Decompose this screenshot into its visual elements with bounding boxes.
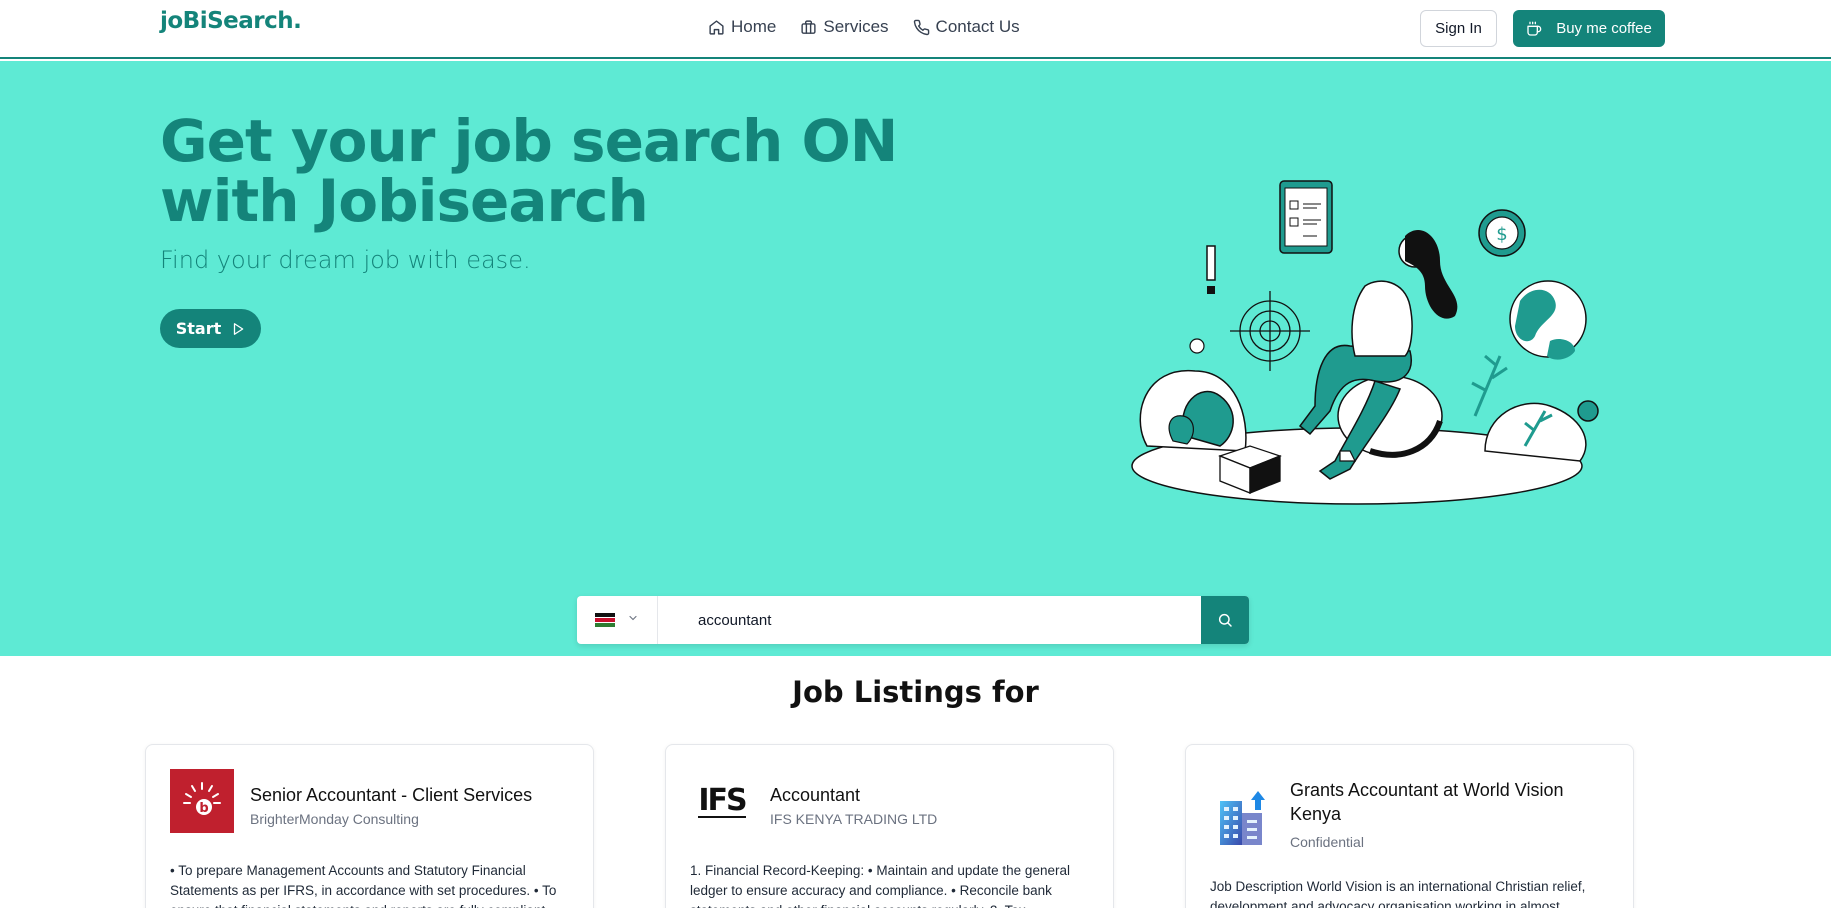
job-title[interactable]: Accountant — [770, 783, 1090, 807]
nav-services[interactable]: Services — [800, 17, 889, 37]
hero-title: Get your job search ON with Jobisearch — [160, 107, 898, 235]
nav-contact[interactable]: Contact Us — [913, 17, 1020, 37]
play-icon — [234, 322, 244, 335]
nav-services-label: Services — [823, 17, 889, 36]
nav-home-label: Home — [731, 17, 777, 36]
logo[interactable]: joBiSearch. — [160, 8, 302, 34]
job-card[interactable]: IFS Accountant IFS KENYA TRADING LTD 1. … — [665, 744, 1114, 908]
start-label: Start — [175, 319, 222, 338]
hero-subtitle: Find your dream job with ease. — [160, 246, 531, 274]
svg-text:$: $ — [1496, 224, 1507, 245]
nav-contact-label: Contact Us — [935, 17, 1020, 36]
listings-heading: Job Listings for — [792, 675, 1039, 709]
job-card[interactable]: Grants Accountant at World Vision Kenya … — [1185, 744, 1634, 908]
ifs-logo-icon: IFS — [698, 783, 748, 818]
hero-title-line2: with Jobisearch — [160, 167, 649, 235]
building-icon — [1220, 791, 1265, 845]
briefcase-icon — [801, 19, 816, 34]
job-card[interactable]: b Senior Accountant - Client Services Br… — [145, 744, 594, 908]
hero-section: Get your job search ON with Jobisearch F… — [0, 61, 1831, 656]
sign-in-button[interactable]: Sign In — [1420, 10, 1497, 47]
company-logo — [1210, 785, 1274, 849]
hero-title-line1: Get your job search ON — [160, 107, 898, 175]
job-description: • To prepare Management Accounts and Sta… — [170, 863, 557, 908]
navbar: joBiSearch. Home Services Contact Us Sig… — [0, 0, 1831, 59]
nav-links: Home Services Contact Us — [708, 17, 1020, 37]
home-icon — [709, 19, 724, 35]
chevron-down-icon — [627, 611, 639, 629]
coffee-icon — [1527, 21, 1542, 36]
search-bar — [577, 596, 1249, 644]
svg-text:IFS: IFS — [698, 783, 746, 818]
search-button[interactable] — [1201, 596, 1249, 644]
start-button[interactable]: Start — [160, 309, 261, 348]
buy-coffee-label: Buy me coffee — [1556, 20, 1652, 37]
company-name: IFS KENYA TRADING LTD — [770, 811, 938, 827]
buy-coffee-button[interactable]: Buy me coffee — [1513, 10, 1665, 47]
brightermonday-logo-icon: b — [183, 782, 221, 816]
phone-icon — [913, 19, 929, 35]
nav-home[interactable]: Home — [708, 17, 776, 37]
kenya-flag-icon — [595, 613, 615, 627]
search-input[interactable] — [658, 596, 1201, 644]
job-title[interactable]: Grants Accountant at World Vision Kenya — [1290, 778, 1610, 826]
job-description: Job Description World Vision is an inter… — [1210, 879, 1586, 908]
company-name: BrighterMonday Consulting — [250, 811, 419, 827]
hero-illustration: $ — [1131, 180, 1599, 505]
svg-text:b: b — [199, 801, 208, 816]
job-description: 1. Financial Record-Keeping: • Maintain … — [690, 863, 1070, 908]
search-icon — [1218, 613, 1232, 627]
company-name: Confidential — [1290, 834, 1364, 850]
country-select[interactable] — [577, 596, 658, 644]
company-logo: b — [170, 769, 234, 833]
company-logo: IFS — [690, 769, 754, 833]
job-title[interactable]: Senior Accountant - Client Services — [250, 783, 570, 807]
